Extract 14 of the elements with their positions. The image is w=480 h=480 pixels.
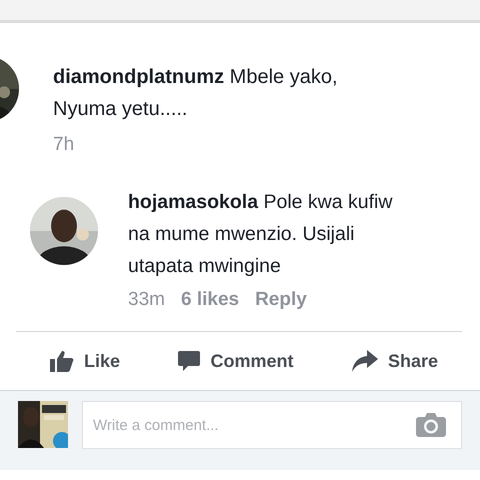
comment-time: 33m (128, 289, 165, 311)
speech-bubble-icon (178, 350, 200, 372)
thumbs-up-icon (50, 350, 74, 372)
comment-text: diamondplatnumz Mbele yako, Nyuma yetu..... (53, 65, 338, 122)
action-comment-button[interactable]: Comment (174, 346, 298, 376)
share-arrow-icon (352, 350, 378, 372)
commenter-name[interactable]: diamondplatnumz (53, 66, 224, 88)
commenter-name[interactable]: hojamasokola (128, 191, 258, 213)
action-like-button[interactable]: Like (46, 346, 124, 376)
comment-text: hojamasokola Pole kwa kufiw na mume mwenzio. Usijali utapata mwingine (128, 190, 392, 279)
camera-icon[interactable] (416, 413, 446, 437)
comment-time: 7h (53, 134, 74, 156)
comment-input-field[interactable]: Write a comment... (82, 401, 462, 449)
action-share-button[interactable]: Share (348, 346, 442, 376)
